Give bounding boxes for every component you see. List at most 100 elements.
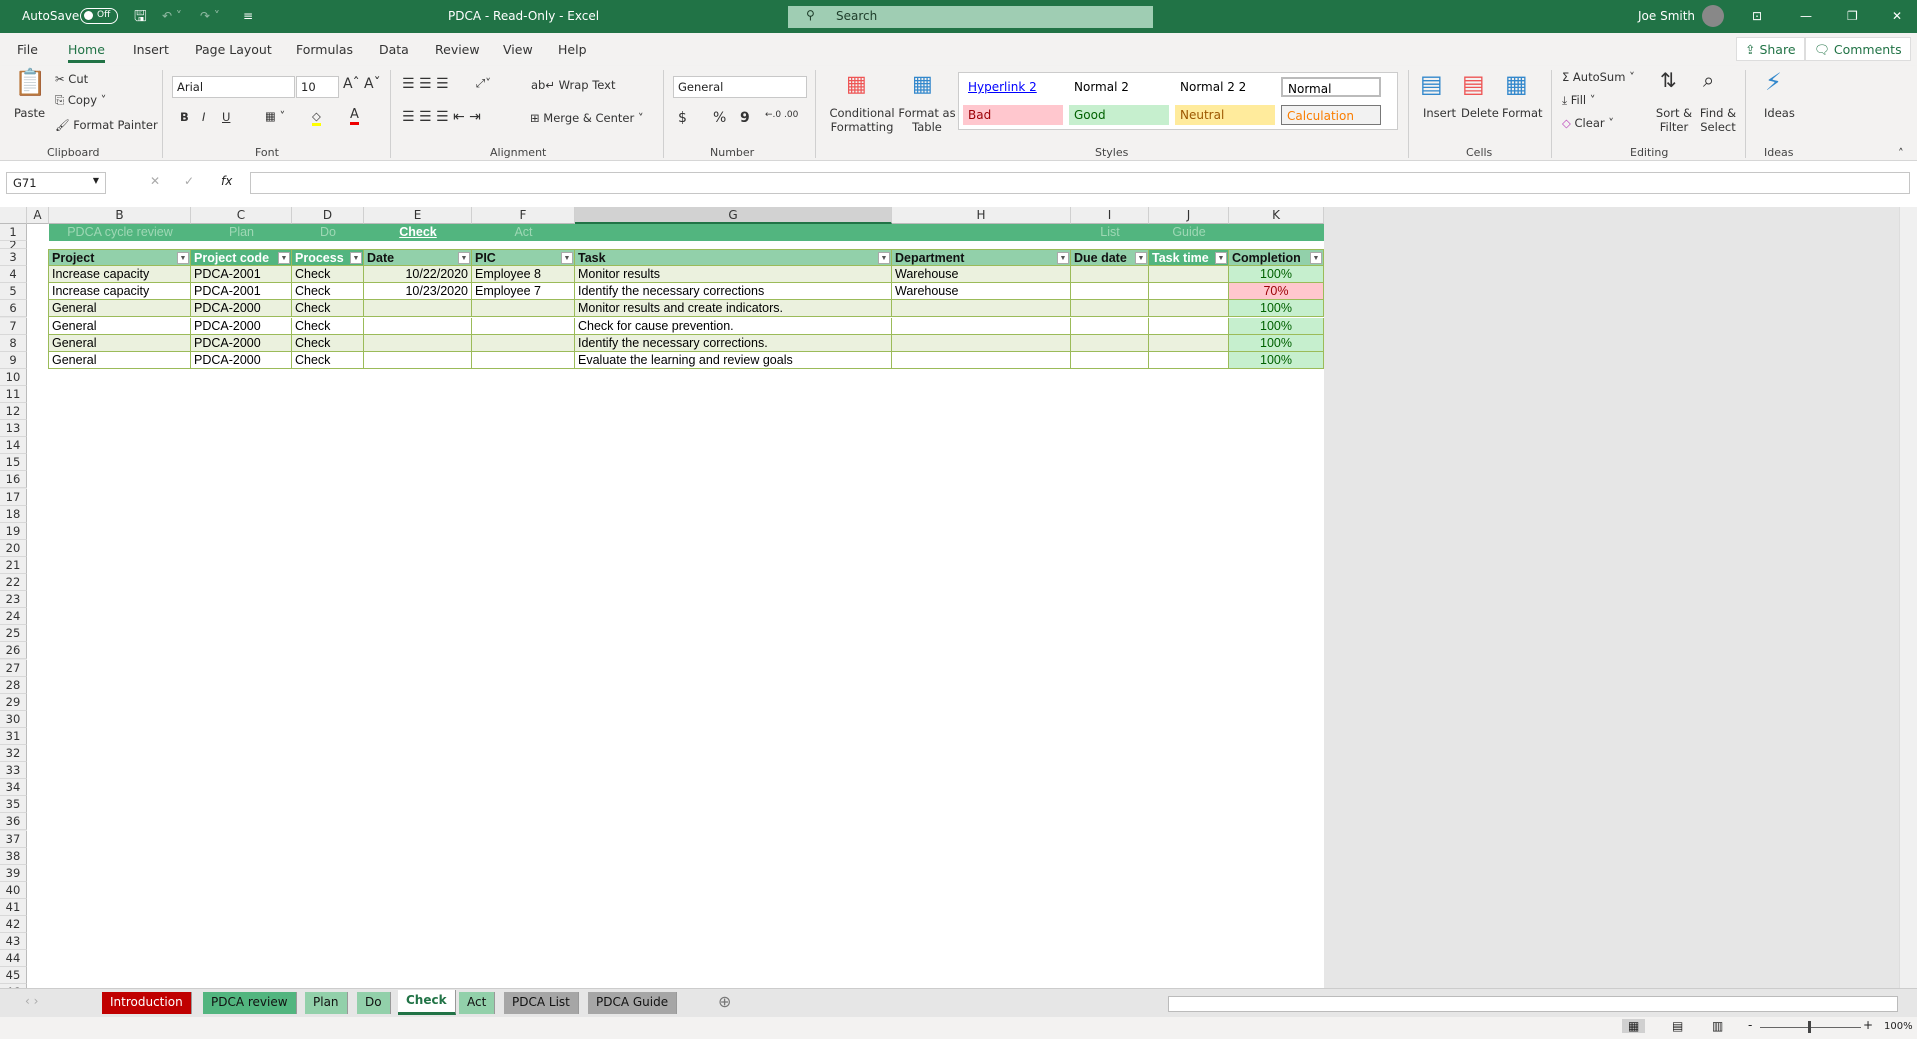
table-cell[interactable]: Employee 7: [472, 283, 575, 301]
paste-icon[interactable]: 📋: [14, 68, 46, 98]
column-header-H[interactable]: H: [892, 207, 1071, 224]
table-cell[interactable]: [1149, 300, 1229, 318]
table-cell[interactable]: 10/22/2020: [364, 266, 472, 284]
column-header-I[interactable]: I: [1071, 207, 1149, 224]
table-header-task-time[interactable]: Task time ▼: [1149, 249, 1229, 267]
nav-link-act[interactable]: Act: [472, 224, 575, 241]
table-header-process[interactable]: Process ▼: [292, 249, 364, 267]
clear-button[interactable]: ◇ Clear ˅: [1562, 116, 1614, 130]
customize-qat-icon[interactable]: ≡: [243, 9, 253, 23]
row-header-38[interactable]: 38: [0, 847, 27, 865]
name-box[interactable]: G71 ▼: [6, 172, 106, 194]
row-header-21[interactable]: 21: [0, 556, 27, 574]
row-header-2[interactable]: 2: [0, 241, 27, 250]
table-cell[interactable]: Employee 8: [472, 266, 575, 284]
row-header-30[interactable]: 30: [0, 710, 27, 728]
cell-style-normal-2-2[interactable]: Normal 2 2: [1175, 77, 1275, 97]
column-header-G[interactable]: G: [575, 207, 892, 224]
table-cell[interactable]: [472, 317, 575, 335]
table-cell[interactable]: 100%: [1229, 334, 1324, 352]
insert-function-icon[interactable]: fx: [221, 174, 232, 188]
user-name[interactable]: Joe Smith: [1638, 9, 1695, 23]
column-header-E[interactable]: E: [364, 207, 472, 224]
currency-button[interactable]: $: [678, 110, 687, 126]
table-cell[interactable]: [892, 300, 1071, 318]
row-header-9[interactable]: 9: [0, 351, 27, 369]
column-header-D[interactable]: D: [292, 207, 364, 224]
tab-insert[interactable]: Insert: [133, 42, 169, 57]
paste-button[interactable]: Paste: [14, 106, 45, 120]
filter-dropdown-icon[interactable]: ▼: [561, 252, 573, 265]
table-cell[interactable]: 100%: [1229, 300, 1324, 318]
table-cell[interactable]: Evaluate the learning and review goals: [575, 351, 892, 369]
delete-cells-button[interactable]: Delete: [1461, 106, 1499, 120]
decimal-icons[interactable]: ←.0 .00: [765, 110, 798, 120]
table-cell[interactable]: 10/23/2020: [364, 283, 472, 301]
fill-color-icon[interactable]: ◇: [312, 109, 321, 126]
borders-icon[interactable]: ▦ ˅: [265, 109, 285, 123]
row-header-27[interactable]: 27: [0, 659, 27, 677]
table-cell[interactable]: [1071, 334, 1149, 352]
cell-style-calculation[interactable]: Calculation: [1281, 105, 1381, 125]
row-header-5[interactable]: 5: [0, 283, 27, 301]
tab-data[interactable]: Data: [379, 42, 409, 57]
row-header-43[interactable]: 43: [0, 933, 27, 951]
restore-icon[interactable]: ❐: [1847, 9, 1858, 23]
conditional-formatting-button[interactable]: Conditional Formatting: [826, 106, 898, 134]
table-cell[interactable]: [1071, 317, 1149, 335]
page-layout-view-icon[interactable]: ▤: [1672, 1019, 1683, 1033]
filter-dropdown-icon[interactable]: ▼: [878, 252, 890, 265]
nav-link-do[interactable]: Do: [292, 224, 364, 241]
table-cell[interactable]: Monitor results: [575, 266, 892, 284]
format-painter-button[interactable]: 🖌 Format Painter: [55, 118, 158, 132]
share-button[interactable]: ⇪ Share: [1736, 37, 1805, 61]
table-cell[interactable]: General: [49, 300, 191, 318]
sheet-tab-pdca-list[interactable]: PDCA List: [504, 992, 579, 1014]
table-cell[interactable]: Check: [292, 334, 364, 352]
comments-button[interactable]: 🗨 Comments: [1805, 37, 1911, 61]
table-cell[interactable]: [1149, 283, 1229, 301]
row-header-39[interactable]: 39: [0, 864, 27, 882]
sheet-tab-plan[interactable]: Plan: [305, 992, 348, 1014]
cancel-icon[interactable]: ✕: [150, 174, 160, 188]
table-header-pic[interactable]: PIC ▼: [472, 249, 575, 267]
table-header-project[interactable]: Project ▼: [49, 249, 191, 267]
page-break-view-icon[interactable]: ▥: [1712, 1019, 1723, 1033]
tab-review[interactable]: Review: [435, 42, 480, 57]
row-header-32[interactable]: 32: [0, 745, 27, 763]
row-header-28[interactable]: 28: [0, 676, 27, 694]
table-cell[interactable]: [1149, 351, 1229, 369]
table-header-task[interactable]: Task ▼: [575, 249, 892, 267]
row-header-23[interactable]: 23: [0, 591, 27, 609]
row-header-29[interactable]: 29: [0, 693, 27, 711]
table-cell[interactable]: [364, 300, 472, 318]
filter-dropdown-icon[interactable]: ▼: [350, 252, 362, 265]
row-header-3[interactable]: 3: [0, 249, 27, 267]
row-header-1[interactable]: 1: [0, 224, 27, 242]
tab-formulas[interactable]: Formulas: [296, 42, 353, 57]
nav-link-plan[interactable]: Plan: [191, 224, 292, 241]
copy-button[interactable]: ⎘ Copy ˅: [55, 93, 106, 108]
table-cell[interactable]: Warehouse: [892, 266, 1071, 284]
row-header-24[interactable]: 24: [0, 608, 27, 626]
sheet-tab-introduction[interactable]: Introduction: [102, 992, 192, 1014]
cell-style-good[interactable]: Good: [1069, 105, 1169, 125]
row-header-8[interactable]: 8: [0, 334, 27, 352]
row-header-4[interactable]: 4: [0, 266, 27, 284]
find-select-button[interactable]: Find & Select: [1697, 106, 1739, 134]
tab-view[interactable]: View: [503, 42, 533, 57]
vertical-scrollbar[interactable]: [1899, 207, 1917, 988]
column-header-J[interactable]: J: [1149, 207, 1229, 224]
number-format-select[interactable]: General: [673, 76, 807, 98]
row-header-36[interactable]: 36: [0, 813, 27, 831]
table-cell[interactable]: [1071, 300, 1149, 318]
new-sheet-icon[interactable]: ⊕: [718, 992, 731, 1011]
zoom-slider[interactable]: - +: [1748, 1018, 1873, 1034]
undo-icon[interactable]: ↶ ˅: [162, 9, 182, 23]
table-cell[interactable]: Check: [292, 317, 364, 335]
nav-link-list[interactable]: List: [1071, 224, 1149, 241]
row-header-10[interactable]: 10: [0, 368, 27, 386]
cut-button[interactable]: ✂ Cut: [55, 72, 88, 86]
table-header-department[interactable]: Department ▼: [892, 249, 1071, 267]
row-header-35[interactable]: 35: [0, 796, 27, 814]
